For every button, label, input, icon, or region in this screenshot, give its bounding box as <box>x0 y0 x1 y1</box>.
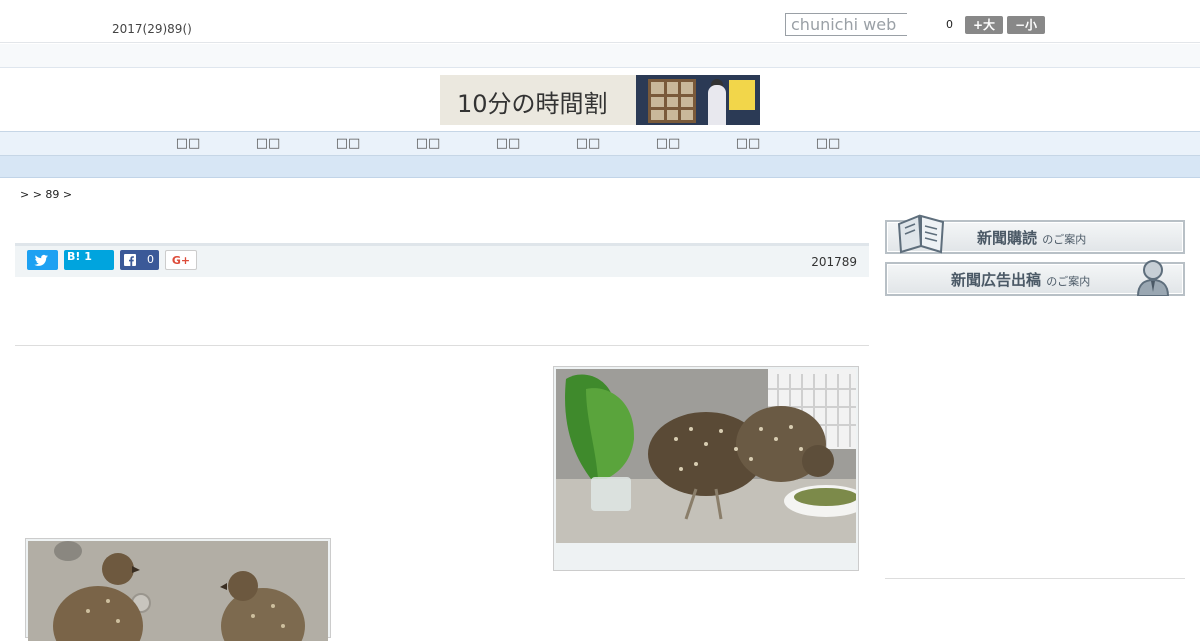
ad-label: 新聞広告出稿 のご案内 <box>951 269 1090 290</box>
divider <box>15 345 869 346</box>
subscription-main-text: 新聞購読 <box>977 229 1038 247</box>
businessman-icon <box>1136 260 1170 296</box>
nav-item[interactable]: □□ <box>328 136 368 151</box>
main-nav: □□ □□ □□ □□ □□ □□ □□ □□ □□ <box>0 131 1200 156</box>
nav-item[interactable]: □□ <box>648 136 688 151</box>
article-photo-2[interactable] <box>25 538 331 641</box>
google-plus-share-button[interactable]: G+ <box>165 250 197 270</box>
banner-ad[interactable]: 10分の時間割 <box>440 75 760 125</box>
facebook-icon <box>124 254 136 266</box>
book-icon <box>897 214 945 254</box>
newspaper-ad-link[interactable]: 新聞広告出稿 のご案内 <box>885 260 1185 296</box>
hatena-label: B! 1 <box>67 250 92 263</box>
font-larger-button[interactable]: +大 <box>965 16 1003 34</box>
hatena-bookmark-button[interactable]: B! 1 <box>64 250 114 270</box>
date-text: 2017(29)89() <box>112 22 192 36</box>
facebook-share-button[interactable]: 0 <box>120 250 159 270</box>
newspaper-subscription-link[interactable]: 新聞購読 のご案内 <box>885 214 1185 254</box>
nav-item[interactable]: □□ <box>248 136 288 151</box>
search-input[interactable]: chunichi web <box>785 13 907 36</box>
nav-item[interactable]: □□ <box>568 136 608 151</box>
nav-item[interactable]: □□ <box>168 136 208 151</box>
nav-item[interactable]: □□ <box>408 136 448 151</box>
article-photo-1[interactable] <box>553 366 859 571</box>
subscription-label: 新聞購読 のご案内 <box>977 227 1086 248</box>
sub-header-bar <box>0 44 1200 68</box>
breadcrumb[interactable]: > > 89 > <box>20 188 72 201</box>
ad-suffix-text: のご案内 <box>1046 275 1091 288</box>
article-date: 201789 <box>811 255 857 269</box>
banner-image <box>636 75 760 125</box>
subscription-suffix-text: のご案内 <box>1042 233 1087 246</box>
facebook-count: 0 <box>147 253 154 266</box>
ptarmigan-pair-image <box>28 541 328 641</box>
sub-nav <box>0 156 1200 178</box>
twitter-icon <box>34 254 48 266</box>
twitter-share-button[interactable] <box>27 250 58 270</box>
sidebar-divider <box>885 578 1185 579</box>
ad-main-text: 新聞広告出稿 <box>951 271 1042 289</box>
share-bar: B! 1 0 G+ 201789 <box>15 243 869 277</box>
banner-text: 10分の時間割 <box>457 90 608 118</box>
font-smaller-button[interactable]: −小 <box>1007 16 1045 34</box>
nav-item[interactable]: □□ <box>488 136 528 151</box>
nav-item[interactable]: □□ <box>728 136 768 151</box>
top-bar: 2017(29)89() chunichi web 0 +大 −小 <box>0 0 1200 43</box>
nav-item[interactable]: □□ <box>808 136 848 151</box>
font-size-value: 0 <box>946 18 953 31</box>
ptarmigan-chicks-eating-image <box>556 369 856 543</box>
